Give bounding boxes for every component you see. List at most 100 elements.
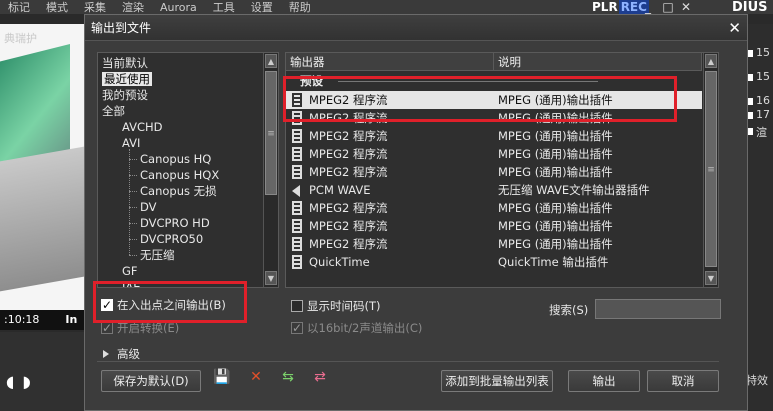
exporter-name: MPEG2 程序流 <box>309 165 388 179</box>
list-item[interactable]: QuickTime QuickTime 输出插件 <box>286 253 702 271</box>
enable-convert-checkbox[interactable]: 开启转换(E) <box>101 320 179 336</box>
tree-item[interactable]: AVI <box>122 135 140 151</box>
app-menu-item[interactable]: 标记 <box>0 0 38 15</box>
film-icon <box>292 165 302 179</box>
minimize-icon[interactable]: _ <box>640 0 656 14</box>
tree-item-label: 当前默认 <box>102 56 148 70</box>
tree-item-label: 无压缩 <box>140 248 175 262</box>
export-button[interactable]: 输出 <box>568 370 640 392</box>
video-preview: 典瑞护 <box>0 24 84 310</box>
exporter-name: MPEG2 程序流 <box>309 147 388 161</box>
app-menu-item[interactable]: 渲染 <box>114 0 152 15</box>
tree-item[interactable]: 最近使用 <box>102 71 152 87</box>
tree-item[interactable]: 无压缩 <box>140 247 175 263</box>
tree-item[interactable]: DVCPRO HD <box>140 215 210 231</box>
import-preset-icon[interactable]: ⇆ <box>279 368 297 386</box>
list-item[interactable]: MPEG2 程序流 MPEG (通用)输出插件 <box>286 127 702 145</box>
search-label: 搜索(S) <box>549 303 589 317</box>
column-exporter[interactable]: 输出器 <box>286 53 494 71</box>
tree-item[interactable]: AVCHD <box>122 119 163 135</box>
scroll-up-icon[interactable]: ▲ <box>265 54 277 68</box>
app-menu-item[interactable]: 帮助 <box>281 0 319 15</box>
save-icon[interactable]: 💾 <box>213 368 231 386</box>
exporter-name: MPEG2 程序流 <box>309 237 388 251</box>
film-icon <box>292 237 302 251</box>
enable-convert-label: 开启转换(E) <box>117 321 180 335</box>
exporter-name: PCM WAVE <box>309 183 371 197</box>
column-description[interactable]: 说明 <box>494 53 702 71</box>
list-header: 输出器 说明 <box>286 53 702 71</box>
tree-item[interactable]: 全部 <box>102 103 125 119</box>
exporter-name: MPEG2 程序流 <box>309 201 388 215</box>
export-preset-icon[interactable]: ⇄ <box>311 368 329 386</box>
tree-item[interactable]: IAE <box>122 279 141 287</box>
export-inout-checkbox[interactable]: 在入出点之间输出(B) <box>101 297 226 313</box>
list-item[interactable]: MPEG2 程序流 MPEG (通用)输出插件 <box>286 199 702 217</box>
tree-item[interactable]: Canopus HQ <box>140 151 211 167</box>
group-divider <box>338 81 598 82</box>
tree-item[interactable]: 当前默认 <box>102 55 148 71</box>
delete-icon[interactable]: ✕ <box>247 368 265 386</box>
audio-icon <box>292 185 300 197</box>
app-menu-item[interactable]: 模式 <box>38 0 76 15</box>
exporter-name: QuickTime <box>309 255 370 269</box>
maximize-icon[interactable]: □ <box>660 0 676 14</box>
advanced-toggle[interactable]: 高级 <box>103 346 140 362</box>
close-icon[interactable]: ✕ <box>728 15 741 41</box>
tree-item[interactable]: 我的预设 <box>102 87 148 103</box>
tree-item-label: 我的预设 <box>102 88 148 102</box>
film-icon <box>292 147 302 161</box>
scroll-up-icon[interactable]: ▲ <box>705 54 717 68</box>
scroll-down-icon[interactable]: ▼ <box>705 271 717 285</box>
tree-item[interactable]: DVCPRO50 <box>140 231 203 247</box>
add-to-batch-button[interactable]: 添加到批量输出列表 <box>441 370 553 392</box>
tree-item[interactable]: Canopus HQX <box>140 167 219 183</box>
search-input[interactable] <box>595 299 721 319</box>
app-menu-item[interactable]: 设置 <box>243 0 281 15</box>
advanced-label: 高级 <box>117 347 140 361</box>
app-menu-item[interactable]: 采集 <box>76 0 114 15</box>
list-item[interactable]: MPEG2 程序流 MPEG (通用)输出插件 <box>286 235 702 253</box>
checkbox-icon[interactable] <box>291 300 303 312</box>
app-menu-item[interactable]: Aurora <box>152 1 205 14</box>
checkbox-checked-icon[interactable] <box>291 320 303 336</box>
exporter-description: MPEG (通用)输出插件 <box>498 111 613 125</box>
expand-arrow-icon[interactable] <box>103 350 109 358</box>
checkbox-checked-icon[interactable] <box>101 297 113 313</box>
list-item[interactable]: MPEG2 程序流 MPEG (通用)输出插件 <box>286 91 702 109</box>
divider <box>97 361 719 362</box>
list-item[interactable]: MPEG2 程序流 MPEG (通用)输出插件 <box>286 109 702 127</box>
exporter-description: MPEG (通用)输出插件 <box>498 147 613 161</box>
app-close-icon[interactable]: ✕ <box>678 0 694 14</box>
right-item-4: 17 <box>756 108 770 121</box>
list-item[interactable]: MPEG2 程序流 MPEG (通用)输出插件 <box>286 163 702 181</box>
list-scrollbar[interactable]: ▲ ≡ ▼ <box>703 53 718 287</box>
cancel-button[interactable]: 取消 <box>647 370 719 392</box>
exporter-description: MPEG (通用)输出插件 <box>498 129 613 143</box>
app-menu-item[interactable]: 工具 <box>205 0 243 15</box>
film-icon <box>292 219 302 233</box>
audio-16bit-label: 以16bit/2声道输出(C) <box>307 321 423 335</box>
audio-16bit-checkbox[interactable]: 以16bit/2声道输出(C) <box>291 320 422 336</box>
timecode-value: :10:18 <box>4 313 40 326</box>
timecode-bar: :10:18 In 00 <box>0 310 84 346</box>
scroll-thumb[interactable]: ≡ <box>265 71 277 195</box>
list-item[interactable]: MPEG2 程序流 MPEG (通用)输出插件 <box>286 217 702 235</box>
tree-item[interactable]: Canopus 无损 <box>140 183 217 199</box>
tree-scrollbar[interactable]: ▲ ≡ ▼ <box>263 53 278 287</box>
list-item[interactable]: MPEG2 程序流 MPEG (通用)输出插件 <box>286 145 702 163</box>
tree-item[interactable]: GF <box>122 263 138 279</box>
preset-tree-content: 当前默认 最近使用 我的预设 全部 AVCHD AVI Canopus HQ Canopus … <box>98 53 264 287</box>
timecode-in: In 00 <box>65 313 80 346</box>
scroll-down-icon[interactable]: ▼ <box>265 271 277 285</box>
scroll-thumb[interactable]: ≡ <box>705 71 717 267</box>
film-icon <box>292 129 302 143</box>
tool-icons[interactable]: ◖◗ <box>6 372 39 391</box>
list-item[interactable]: PCM WAVE 无压缩 WAVE文件输出器插件 <box>286 181 702 199</box>
film-icon <box>292 255 302 269</box>
checkbox-checked-icon[interactable] <box>101 320 113 336</box>
tree-item[interactable]: DV <box>140 199 157 215</box>
show-timecode-checkbox[interactable]: 显示时间码(T) <box>291 298 381 314</box>
right-item-5: 渲 <box>756 126 767 139</box>
save-default-button[interactable]: 保存为默认(D) <box>101 370 201 392</box>
